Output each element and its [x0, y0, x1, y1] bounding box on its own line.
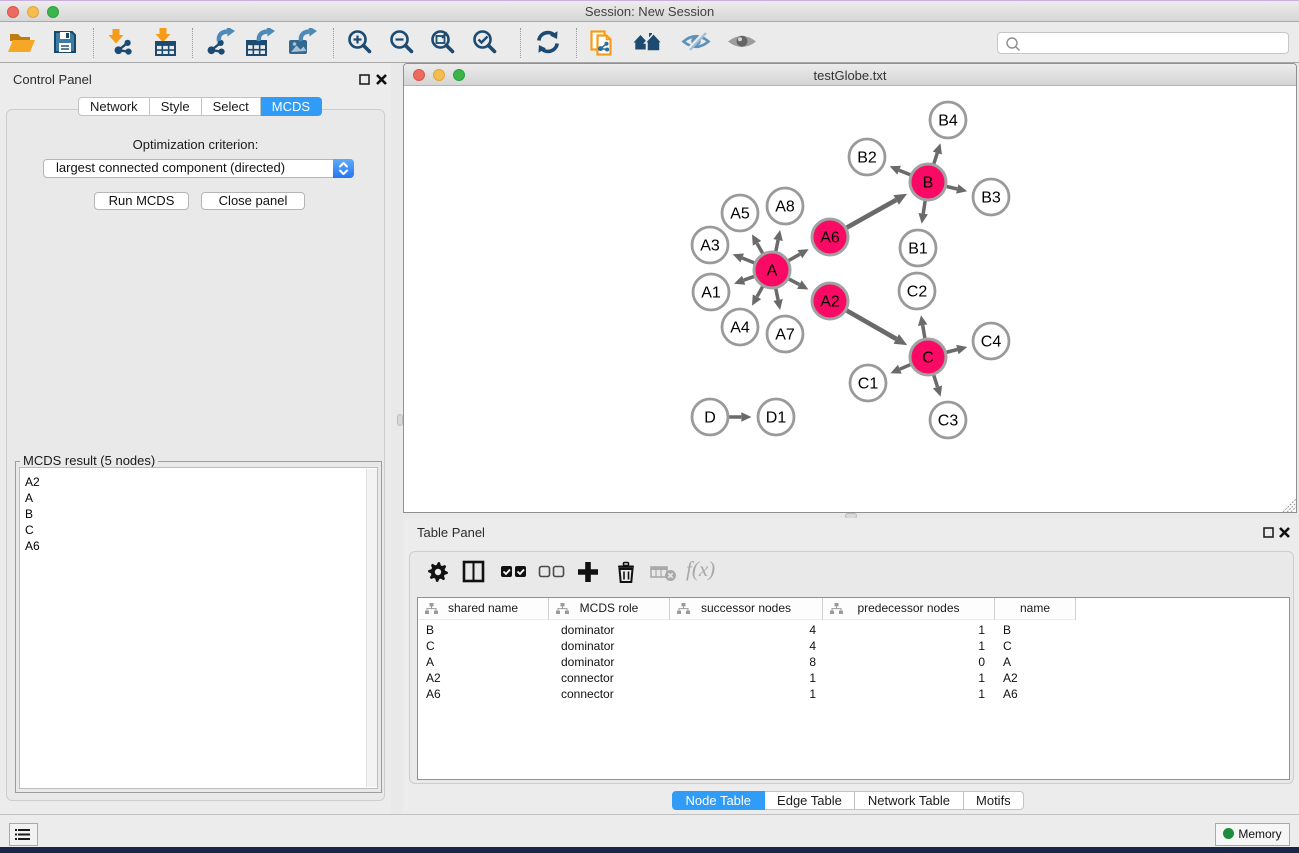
svg-text:D1: D1 — [766, 410, 787, 427]
svg-text:C: C — [922, 350, 934, 367]
svg-text:A: A — [767, 263, 778, 280]
svg-text:B3: B3 — [981, 190, 1001, 207]
svg-text:C1: C1 — [858, 376, 879, 393]
svg-text:D: D — [704, 410, 716, 427]
svg-text:A1: A1 — [701, 285, 721, 302]
svg-text:A5: A5 — [730, 206, 750, 223]
svg-text:A8: A8 — [775, 199, 795, 216]
svg-text:A6: A6 — [820, 230, 840, 247]
svg-text:A3: A3 — [700, 238, 720, 255]
svg-text:B2: B2 — [857, 150, 877, 167]
svg-text:A2: A2 — [820, 294, 840, 311]
svg-text:B: B — [923, 175, 934, 192]
svg-text:C4: C4 — [981, 334, 1002, 351]
svg-text:A7: A7 — [775, 327, 795, 344]
svg-text:B1: B1 — [908, 241, 928, 258]
svg-text:C3: C3 — [938, 413, 959, 430]
svg-text:B4: B4 — [938, 113, 958, 130]
svg-text:C2: C2 — [907, 284, 928, 301]
svg-text:A4: A4 — [730, 320, 750, 337]
